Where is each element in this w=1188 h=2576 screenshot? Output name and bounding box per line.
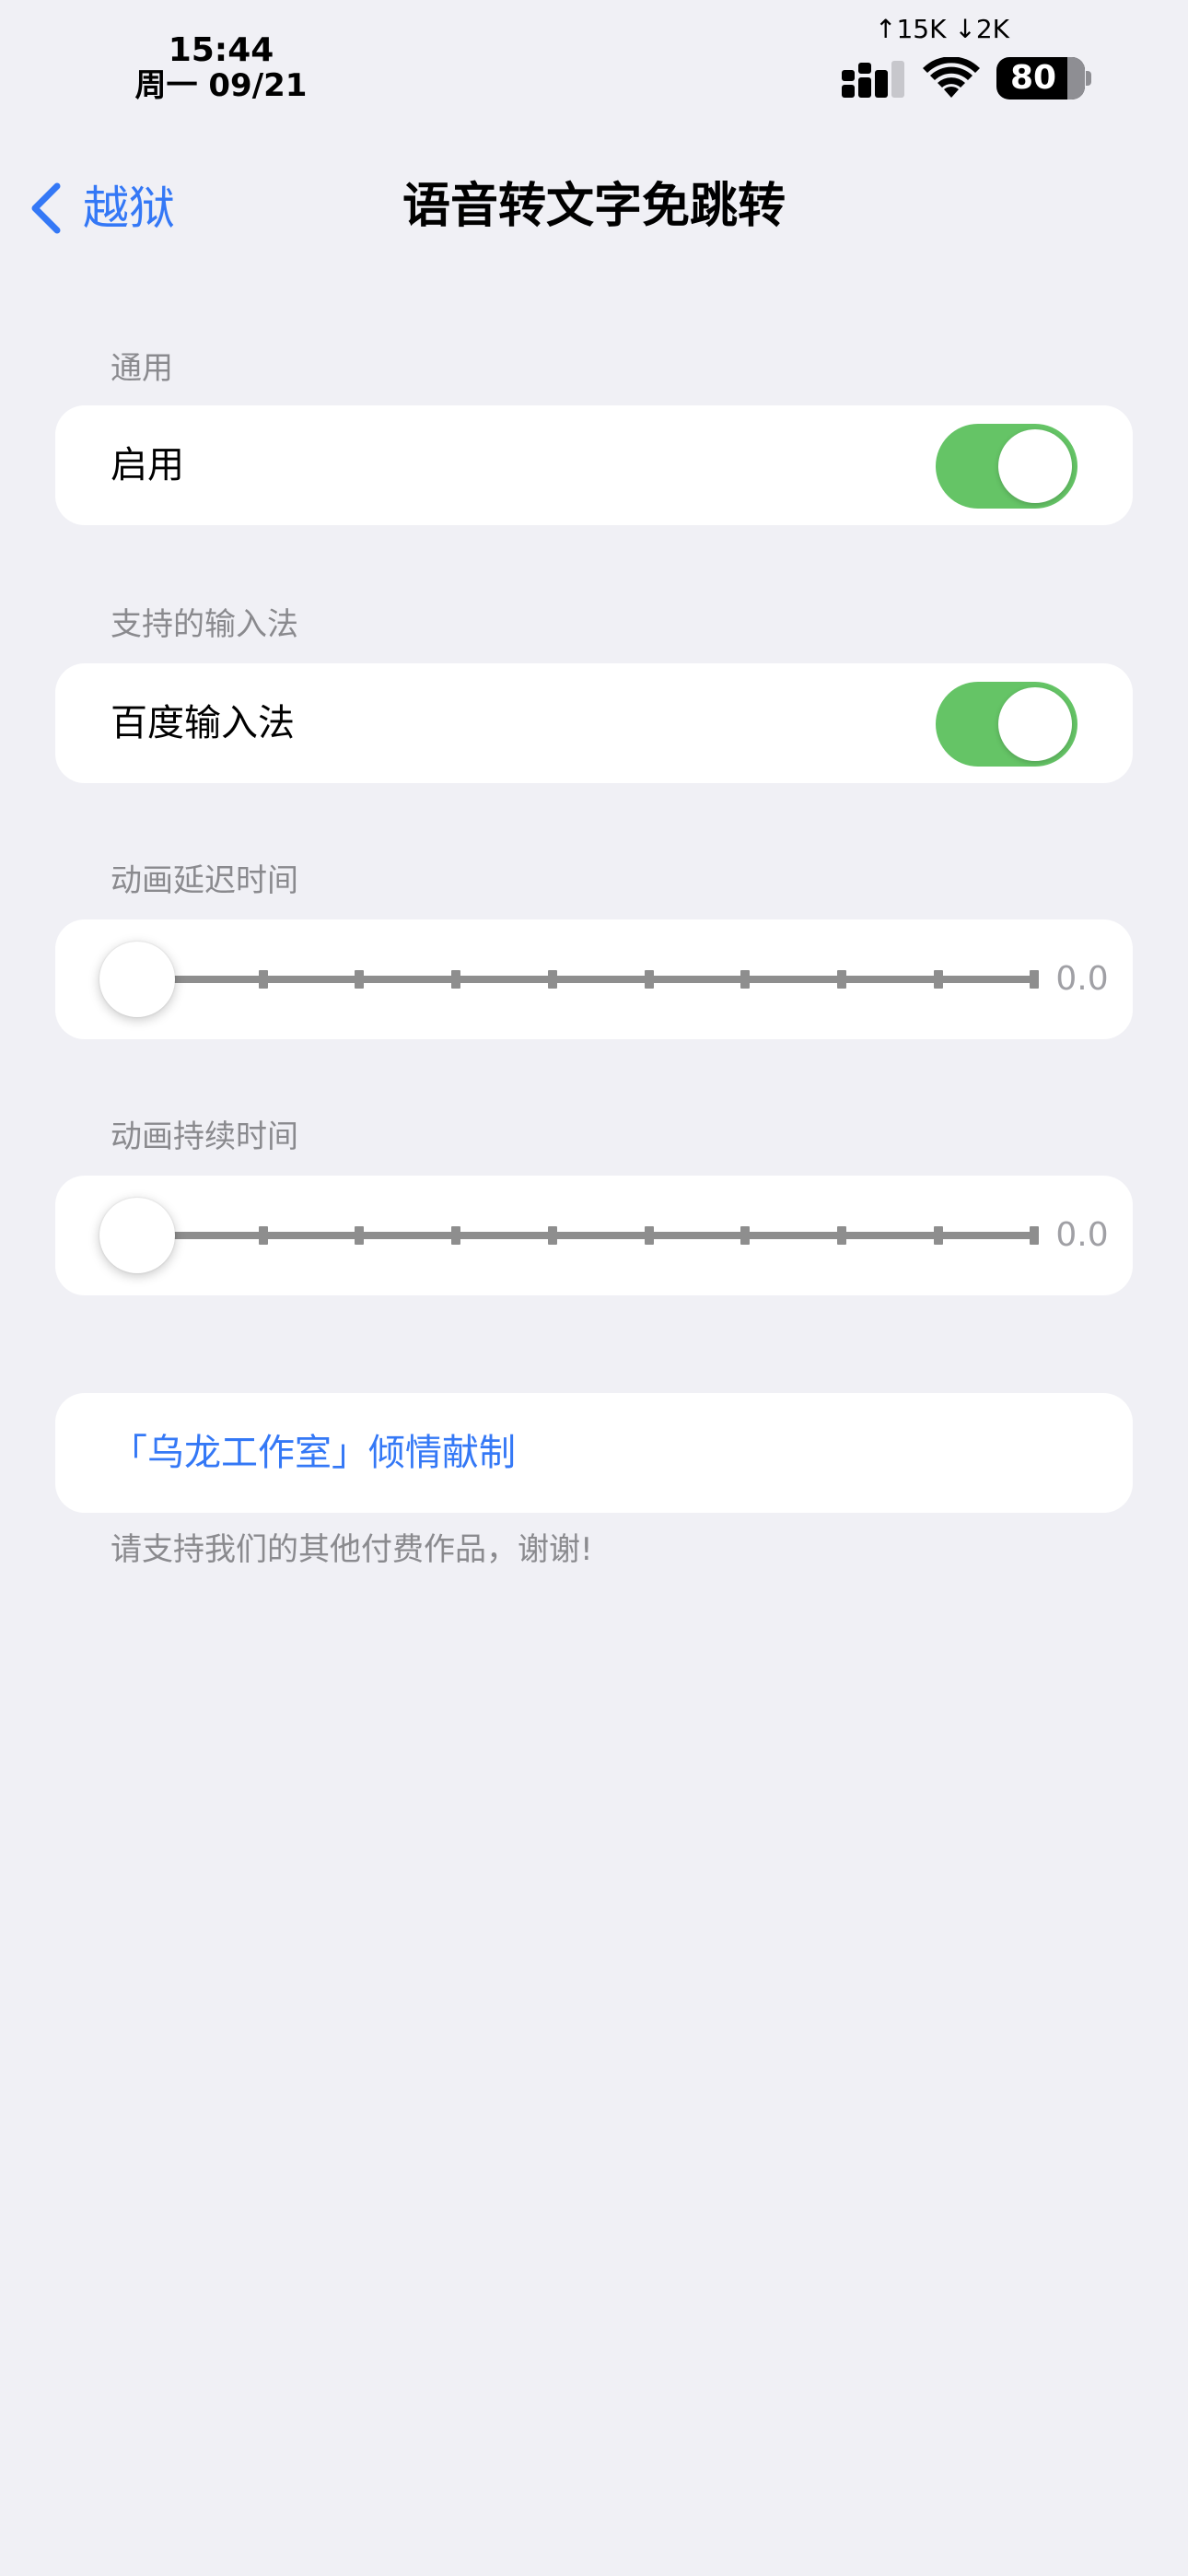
animation-delay-slider-thumb[interactable]	[99, 942, 175, 1017]
credits-row: 「乌龙工作室」倾情献制	[55, 1393, 1133, 1513]
section-header-general: 通用	[111, 350, 173, 387]
slider-tick	[548, 970, 557, 989]
animation-duration-row: 0.0	[55, 1176, 1133, 1295]
enable-row: 启用	[55, 405, 1133, 525]
baidu-input-row: 百度输入法	[55, 663, 1133, 783]
battery-tip	[1086, 71, 1091, 86]
settings-screen: 15:44 周一 09/21 ↑15K ↓2K 80 越狱 语音转文字免跳转 通…	[0, 0, 1188, 2576]
support-footer-text: 请支持我们的其他付费作品，谢谢!	[111, 1531, 593, 1568]
status-date: 周一 09/21	[134, 67, 308, 104]
battery-icon: 80	[996, 57, 1085, 100]
wifi-icon	[923, 57, 980, 98]
animation-delay-value: 0.0	[1055, 960, 1109, 998]
slider-tick	[740, 1226, 750, 1245]
animation-delay-row: 0.0	[55, 919, 1133, 1039]
toggle-knob	[998, 429, 1072, 503]
baidu-input-label: 百度输入法	[111, 702, 295, 744]
battery-level: 80	[1009, 59, 1057, 97]
enable-label: 启用	[111, 444, 184, 486]
slider-tick	[837, 1226, 846, 1245]
slider-tick	[934, 1226, 943, 1245]
section-header-animation-duration: 动画持续时间	[111, 1118, 298, 1155]
slider-tick	[645, 970, 654, 989]
slider-tick	[548, 1226, 557, 1245]
section-header-input-methods: 支持的输入法	[111, 606, 298, 643]
network-speed: ↑15K ↓2K	[875, 14, 1009, 44]
animation-duration-slider-thumb[interactable]	[99, 1198, 175, 1273]
slider-tick	[451, 1226, 460, 1245]
toggle-knob	[998, 687, 1072, 761]
enable-toggle[interactable]	[936, 424, 1077, 509]
slider-tick	[451, 970, 460, 989]
slider-tick	[259, 970, 268, 989]
page-title: 语音转文字免跳转	[402, 179, 786, 234]
slider-tick	[355, 970, 364, 989]
slider-tick	[837, 970, 846, 989]
chevron-left-icon	[31, 182, 61, 234]
animation-delay-slider-track[interactable]	[171, 976, 1039, 983]
status-time: 15:44	[168, 31, 274, 69]
back-button[interactable]: 越狱	[28, 175, 175, 241]
slider-tick	[934, 970, 943, 989]
section-header-animation-delay: 动画延迟时间	[111, 862, 298, 899]
cellular-signal-icon	[842, 61, 904, 98]
baidu-input-toggle[interactable]	[936, 682, 1077, 767]
animation-duration-slider-track[interactable]	[171, 1232, 1039, 1239]
studio-credits-link[interactable]: 「乌龙工作室」倾情献制	[111, 1393, 516, 1513]
slider-tick	[645, 1226, 654, 1245]
animation-duration-value: 0.0	[1055, 1216, 1109, 1254]
slider-tick	[740, 970, 750, 989]
back-button-label: 越狱	[83, 181, 175, 235]
slider-tick	[259, 1226, 268, 1245]
slider-tick	[355, 1226, 364, 1245]
